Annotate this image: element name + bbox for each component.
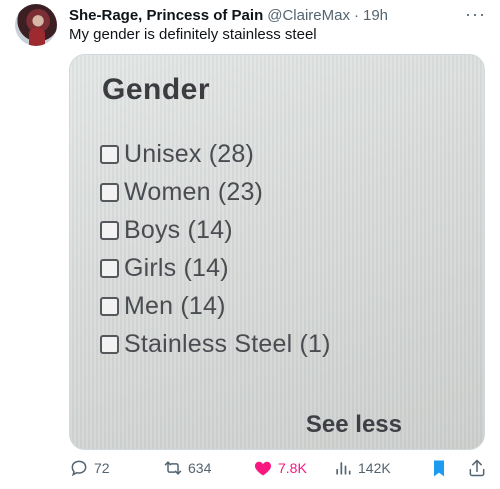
tweet-actions: 72 634 7.8K 142K <box>69 456 489 480</box>
filter-option: Girls (14) <box>100 249 331 287</box>
filter-title: Gender <box>102 73 211 106</box>
tweet[interactable]: She-Rage, Princess of Pain @ClaireMax · … <box>0 0 500 489</box>
tweet-header: She-Rage, Princess of Pain @ClaireMax · … <box>69 5 388 25</box>
views-count: 142K <box>358 460 391 476</box>
filter-option: Women (23) <box>100 173 331 211</box>
filter-options-list: Unisex (28) Women (23) Boys (14) Girls (… <box>100 135 331 363</box>
filter-option-label: Boys (14) <box>124 215 233 244</box>
filter-option: Unisex (28) <box>100 135 331 173</box>
see-less-link: See less <box>305 411 402 438</box>
checkbox-icon <box>100 258 119 278</box>
bookmark-icon <box>434 460 444 477</box>
reply-count: 72 <box>94 460 110 476</box>
reply-icon <box>71 460 87 477</box>
author-handle[interactable]: @ClaireMax <box>267 7 350 24</box>
tweet-text: My gender is definitely stainless steel <box>69 26 317 43</box>
share-button[interactable] <box>467 458 487 478</box>
filter-option-label: Men (14) <box>124 291 226 320</box>
checkbox-icon <box>100 220 119 240</box>
like-count: 7.8K <box>278 460 307 476</box>
retweet-icon <box>164 461 182 475</box>
avatar[interactable] <box>15 4 57 46</box>
retweet-count: 634 <box>188 460 212 476</box>
filter-option: Boys (14) <box>100 211 331 249</box>
filter-option-label: Girls (14) <box>124 253 229 282</box>
tweet-time[interactable]: 19h <box>363 7 388 24</box>
heart-icon <box>254 461 272 476</box>
like-button[interactable]: 7.8K <box>253 458 307 478</box>
checkbox-icon <box>100 296 119 316</box>
retweet-button[interactable]: 634 <box>163 458 211 478</box>
author-name[interactable]: She-Rage, Princess of Pain <box>69 7 263 24</box>
checkbox-icon <box>100 182 119 202</box>
filter-option: Men (14) <box>100 287 331 325</box>
reply-button[interactable]: 72 <box>69 458 110 478</box>
checkbox-icon <box>100 334 119 354</box>
filter-option-label: Unisex (28) <box>124 139 255 168</box>
checkbox-icon <box>100 144 119 164</box>
separator-dot: · <box>353 6 359 24</box>
analytics-icon <box>336 462 351 475</box>
tweet-media-image[interactable]: Gender Unisex (28) Women (23) Boys (14) … <box>69 54 485 450</box>
more-options-icon[interactable]: ··· <box>465 4 486 25</box>
bookmark-button[interactable] <box>429 458 449 478</box>
views-button[interactable]: 142K <box>333 458 391 478</box>
share-icon <box>469 459 485 477</box>
filter-option: Stainless Steel (1) <box>100 325 331 363</box>
filter-option-label: Stainless Steel (1) <box>124 329 331 358</box>
filter-option-label: Women (23) <box>124 177 264 206</box>
